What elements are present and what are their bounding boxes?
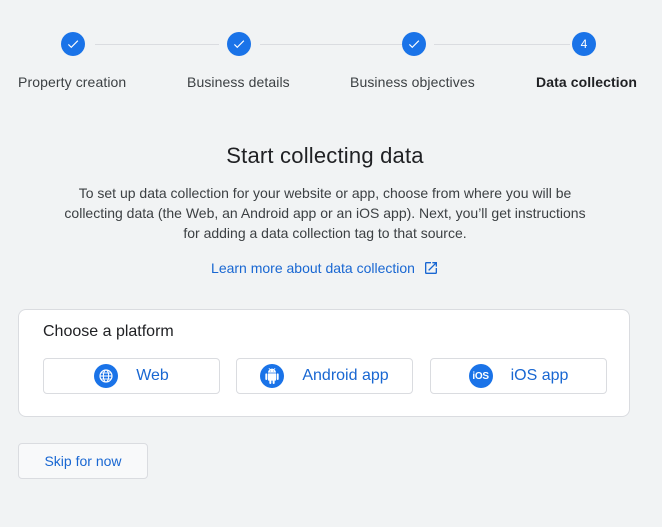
android-icon	[260, 364, 285, 388]
android-platform-button[interactable]: Android app	[236, 358, 413, 394]
ios-platform-button[interactable]: iOS iOS app	[430, 358, 607, 394]
step-2-complete-indicator	[227, 32, 251, 56]
step-label-business-details: Business details	[187, 74, 290, 90]
skip-for-now-button[interactable]: Skip for now	[18, 443, 148, 479]
step-4-current-indicator: 4	[572, 32, 596, 56]
android-platform-label: Android app	[302, 367, 389, 384]
checkmark-icon	[67, 40, 79, 49]
step-1-complete-indicator	[61, 32, 85, 56]
step-number: 4	[580, 37, 588, 51]
step-label-property-creation: Property creation	[18, 74, 127, 90]
step-label-business-objectives: Business objectives	[350, 74, 475, 90]
step-3-complete-indicator	[402, 32, 426, 56]
page-description: To set up data collection for your websi…	[64, 185, 586, 241]
checkmark-icon	[233, 40, 245, 49]
ios-icon: iOS	[468, 364, 493, 388]
page-title: Start collecting data	[226, 143, 424, 168]
card-title: Choose a platform	[43, 323, 174, 340]
checkmark-icon	[408, 40, 420, 49]
globe-icon	[94, 364, 119, 388]
web-platform-button[interactable]: Web	[43, 358, 220, 394]
stepper-connector	[260, 44, 402, 45]
skip-button-label: Skip for now	[44, 453, 122, 469]
open-in-new-icon	[424, 262, 437, 274]
ios-icon-text: iOS	[472, 370, 489, 382]
stepper-connector	[434, 44, 570, 45]
ios-platform-label: iOS app	[510, 367, 569, 384]
progress-stepper: 4 Property creation Business details Bus…	[0, 0, 662, 100]
learn-more-label: Learn more about data collection	[211, 260, 415, 276]
step-label-data-collection: Data collection	[536, 74, 638, 90]
learn-more-link[interactable]: Learn more about data collection	[0, 260, 650, 276]
web-platform-label: Web	[136, 367, 169, 384]
stepper-connector	[95, 44, 219, 45]
choose-platform-card: Choose a platform Web Android app iOS iO…	[18, 309, 630, 417]
